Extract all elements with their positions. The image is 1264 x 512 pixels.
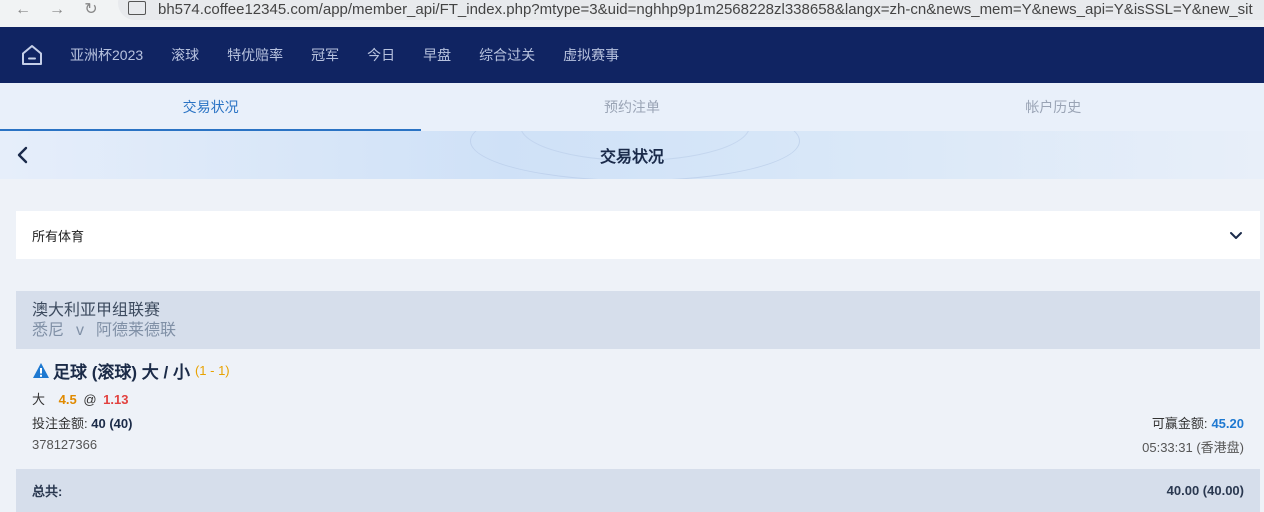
nav-item-in-play[interactable]: 滚球 [171,45,199,65]
nav-item-parlay[interactable]: 综合过关 [479,45,535,65]
browser-back-icon[interactable]: ← [12,1,34,25]
bet-type: 足球 (滚球) 大 / 小 (1 - 1) [32,358,230,383]
live-score: (1 - 1) [194,363,230,378]
selection-label: 大 [32,392,46,407]
away-team: 阿德莱德联 [96,322,177,339]
bet-type-label: 足球 (滚球) 大 / 小 [53,363,190,382]
bet-details: 足球 (滚球) 大 / 小 (1 - 1) 大 4.5 @ 1.13 投注金额:… [16,349,1260,469]
top-nav: 亚洲杯2023 滚球 特优赔率 冠军 今日 早盘 综合过关 虚拟赛事 [0,27,1264,83]
payout-label: 可赢金额: [1151,416,1208,431]
tab-transactions[interactable]: 交易状况 [0,83,422,131]
match-teams: 悉尼 v 阿德莱德联 [32,321,1244,341]
stake-amount: 投注金额: 40 (40) [32,413,132,432]
browser-forward-icon[interactable]: → [46,1,68,25]
total-row: 总共: 40.00 (40.00) [16,469,1260,512]
sport-filter-dropdown[interactable]: 所有体育 [16,211,1260,259]
stake-value: 40 (40) [91,416,133,431]
ticket-id: 378127366 [32,437,98,452]
address-bar[interactable]: bh574.coffee12345.com/app/member_api/FT_… [118,0,1264,20]
payout-value: 45.20 [1211,416,1244,431]
warning-icon [32,362,50,379]
bet-time: 05:33:31 (香港盘) [1142,440,1244,455]
back-chevron-icon[interactable] [16,145,32,165]
stake-label: 投注金额: [32,416,88,431]
tab-account-history[interactable]: 帐户历史 [843,83,1264,131]
total-label: 总共: [32,484,63,499]
home-team: 悉尼 [32,322,65,339]
browser-toolbar: ← → ↻ bh574.coffee12345.com/app/member_a… [0,0,1264,27]
nav-item-virtual[interactable]: 虚拟赛事 [563,45,619,65]
nav-item-asian-cup[interactable]: 亚洲杯2023 [70,45,143,65]
bet-league-header: 澳大利亚甲组联赛 悉尼 v 阿德莱德联 [16,291,1260,349]
tab-bar: 交易状况 预约注单 帐户历史 [0,83,1264,131]
sport-filter-value: 所有体育 [32,228,85,244]
site-info-icon[interactable] [128,1,146,15]
tab-reserved-bets[interactable]: 预约注单 [421,83,842,131]
versus-label: v [76,322,85,339]
page-header: 交易状况 [0,131,1264,179]
handicap-line: 4.5 [58,392,77,407]
league-name: 澳大利亚甲组联赛 [32,302,161,319]
nav-item-special-odds[interactable]: 特优赔率 [227,45,283,65]
potential-payout: 可赢金额: 45.20 [1152,413,1244,432]
home-icon[interactable] [20,43,44,67]
page-title: 交易状况 [599,149,664,166]
total-value: 40.00 (40.00) [1166,483,1244,498]
bet-selection: 大 4.5 @ 1.13 [32,389,128,408]
browser-reload-icon[interactable]: ↻ [80,1,102,25]
url-text[interactable]: bh574.coffee12345.com/app/member_api/FT_… [158,1,1253,18]
nav-item-outright[interactable]: 冠军 [311,45,339,65]
odds-value: 1.13 [103,392,129,407]
nav-item-early[interactable]: 早盘 [423,45,451,65]
chevron-down-icon[interactable] [1228,227,1244,243]
nav-item-today[interactable]: 今日 [367,45,395,65]
at-symbol: @ [83,392,97,407]
